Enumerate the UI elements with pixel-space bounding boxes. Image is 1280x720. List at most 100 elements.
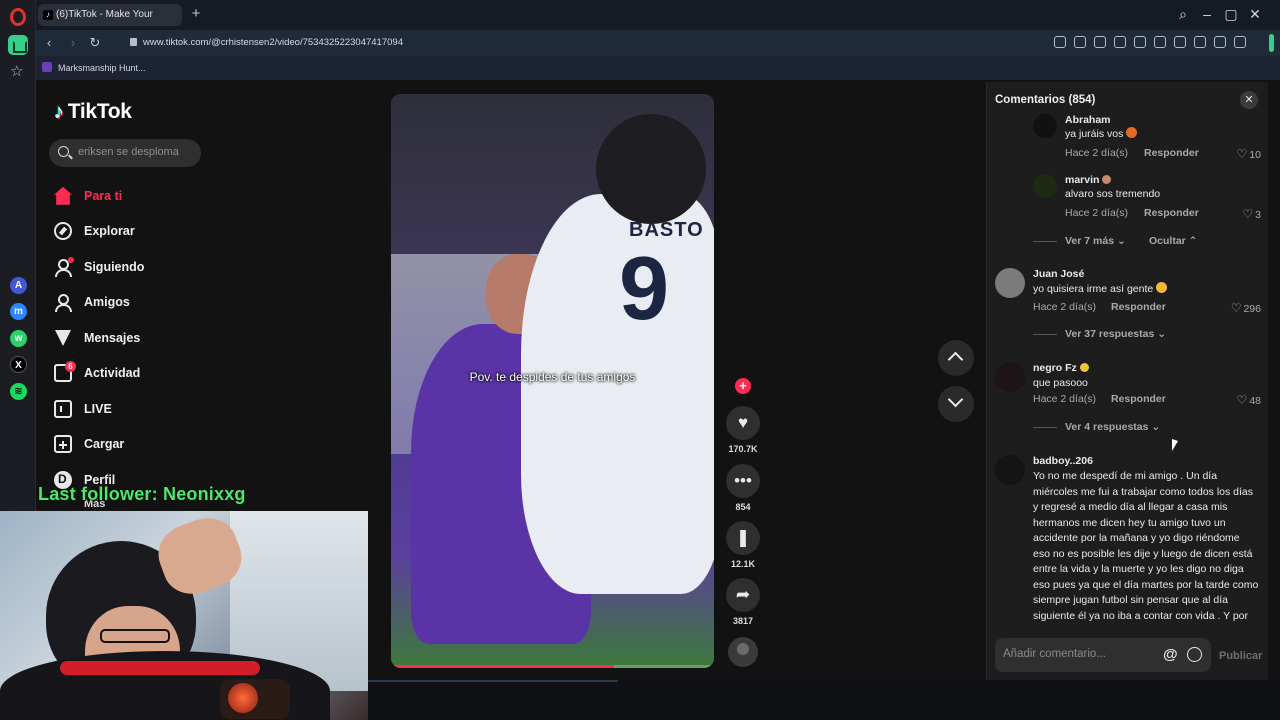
bookmarks-bar: Marksmanship Hunt... [36,56,1280,80]
tiktok-logo[interactable]: ♪ TikTok [54,100,132,124]
avatar[interactable] [995,455,1025,485]
camera-icon[interactable] [1094,36,1106,48]
share-action[interactable]: ➦ 3817 [726,578,760,626]
comments-list[interactable]: Abraham ya juráis vos Hace 2 día(s) Resp… [987,112,1269,630]
star-icon[interactable]: ☆ [10,62,23,80]
comment-like[interactable]: ♡ 296 [1231,301,1261,315]
comment-count: 854 [735,502,751,512]
following-icon [54,256,74,277]
heart-icon[interactable] [1174,36,1186,48]
view-more-replies[interactable]: Ver 7 más ⌄ [1033,235,1126,247]
sidebar-item-actividad[interactable]: 6 Actividad [54,356,254,392]
comment-author[interactable]: marvin [1065,174,1112,186]
extension-icon[interactable] [1134,36,1146,48]
whatsapp-icon[interactable]: w [10,330,27,347]
comment-author[interactable]: badboy..206 [1033,455,1093,467]
emoji-icon [1126,127,1138,138]
reply-button[interactable]: Responder [1111,393,1166,405]
save-action[interactable]: ❚ 12.1K [726,521,760,569]
close-comments-button[interactable]: ✕ [1240,91,1258,109]
tiktok-note-icon: ♪ [54,101,64,123]
sidebar-item-para-ti[interactable]: Para ti [54,178,254,214]
comment-time: Hace 2 día(s) [1065,147,1129,159]
comment-like[interactable]: ♡ 3 [1242,207,1261,221]
comment-like[interactable]: ♡ 48 [1237,393,1261,407]
comment-action[interactable]: ••• 854 [726,464,760,512]
tab-tiktok[interactable]: ♪ (6)TikTok - Make Your [38,4,182,26]
tab-bar: ♪ (6)TikTok - Make Your + ⌕ – ▢ ✕ [36,0,1280,30]
sidebar-item-cargar[interactable]: Cargar [54,427,254,463]
search-input[interactable]: eriksen se desploma [49,139,201,167]
hide-replies[interactable]: Ocultar ⌃ [1149,235,1197,247]
toolbar-icons [1054,36,1246,48]
sidebar-item-explorar[interactable]: Explorar [54,214,254,250]
sidebar-toggle[interactable] [1269,34,1274,52]
video-player[interactable]: BASTO 9 Pov. te despides de tus amigos [391,94,714,668]
maximize-button[interactable]: ▢ [1222,6,1240,23]
previous-video-button[interactable] [938,340,974,376]
video-progress-bar[interactable] [391,665,714,668]
bookmark-icon: ❚ [726,521,760,555]
forward-button[interactable]: › [66,35,80,50]
avatar[interactable] [1033,114,1057,138]
video-caption: Pov. te despides de tus amigos [469,370,636,384]
lens-icon[interactable] [1054,36,1066,48]
comment-input[interactable]: Añadir comentario... @ [995,638,1211,672]
view-more-replies[interactable]: Ver 4 respuestas ⌄ [1033,421,1160,433]
like-action[interactable]: ♥ 170.7K [726,406,760,454]
player-white-shirt [521,194,714,594]
follow-button[interactable]: + [735,378,751,394]
download-icon[interactable] [1194,36,1206,48]
spotify-icon[interactable]: ≋ [10,383,27,400]
sidebar-item-label: Siguiendo [84,259,145,274]
reply-button[interactable]: Responder [1144,147,1199,159]
shield-icon[interactable] [1114,36,1126,48]
play-icon[interactable] [1154,36,1166,48]
comment-time: Hace 2 día(s) [1033,301,1097,313]
profile-icon[interactable] [1234,36,1246,48]
x-icon[interactable]: X [10,356,27,373]
sidebar-item-siguiendo[interactable]: Siguiendo [54,249,254,285]
reply-button[interactable]: Responder [1144,207,1199,219]
bookmark-item[interactable]: Marksmanship Hunt... [42,62,146,73]
view-more-replies[interactable]: Ver 37 respuestas ⌄ [1033,328,1166,340]
minimize-button[interactable]: – [1198,6,1216,22]
menu-icon[interactable] [1214,36,1226,48]
last-follower-overlay: Last follower: Neonixxg [38,484,246,504]
comment-author[interactable]: Juan José [1033,268,1084,280]
mention-icon[interactable]: @ [1163,646,1178,663]
avatar[interactable] [995,268,1025,298]
comment-like[interactable]: ♡ 10 [1237,147,1261,161]
comment-author[interactable]: negro Fz [1033,362,1089,374]
url-field[interactable]: www.tiktok.com/@crhistensen2/video/75343… [130,37,403,48]
avatar[interactable] [995,362,1025,392]
comment-text: Yo no me despedí de mi amigo . Un día mi… [1033,470,1259,622]
music-avatar[interactable] [728,637,758,667]
edit-icon[interactable] [1074,36,1086,48]
publish-button[interactable]: Publicar [1219,650,1262,662]
aria-icon[interactable]: A [10,277,27,294]
crown-icon [1079,363,1089,372]
messenger-icon[interactable]: m [10,303,27,320]
next-video-button[interactable] [938,386,974,422]
reply-button[interactable]: Responder [1111,301,1166,313]
search-tabs-icon[interactable]: ⌕ [1174,6,1192,23]
scroll-track [368,680,618,682]
speed-dial-home-icon[interactable] [8,35,28,55]
sidebar-item-amigos[interactable]: Amigos [54,285,254,321]
new-tab-button[interactable]: + [188,6,204,22]
sidebar-item-mensajes[interactable]: Mensajes [54,320,254,356]
avatar[interactable] [1033,174,1057,198]
close-window-button[interactable]: ✕ [1246,6,1264,23]
save-count: 12.1K [730,559,756,569]
comment-author[interactable]: Abraham [1065,114,1111,126]
opera-logo-icon[interactable] [10,8,26,26]
sidebar-item-live[interactable]: LIVE [54,391,254,427]
reload-button[interactable]: ↻ [88,35,102,51]
back-button[interactable]: ‹ [42,35,56,50]
emoji-picker-icon[interactable] [1187,647,1202,662]
address-bar: ‹ › ↻ www.tiktok.com/@crhistensen2/video… [36,30,1280,56]
comment-time: Hace 2 día(s) [1033,393,1097,405]
heart-outline-icon: ♡ [1236,147,1248,161]
sidebar-item-label: Explorar [84,224,135,239]
